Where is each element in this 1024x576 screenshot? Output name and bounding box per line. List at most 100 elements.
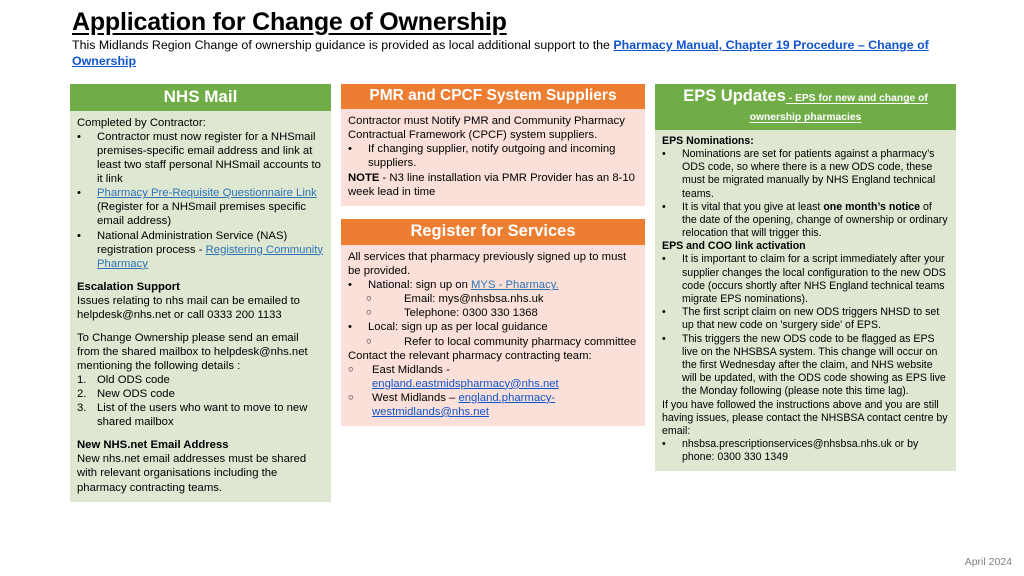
eps-nom-b2-a: It is vital that you give at least xyxy=(682,200,824,213)
list-item: Pharmacy Pre-Requisite Questionnaire Lin… xyxy=(77,186,324,228)
eps-nominations-title: EPS Nominations: xyxy=(662,134,754,147)
new-email-title: New NHS.net Email Address xyxy=(77,439,229,452)
list-item: 3. List of the users who want to move to… xyxy=(77,401,324,429)
bullet-icon xyxy=(662,253,682,266)
eps-body: EPS Nominations: Nominations are set for… xyxy=(655,129,956,472)
list-item: Refer to local community pharmacy commit… xyxy=(348,335,638,349)
eps-coo-bullet-3: This triggers the new ODS code to be fla… xyxy=(682,332,946,398)
change-ownership-text: To Change Ownership please send an email… xyxy=(77,331,308,373)
list-item: It is important to claim for a script im… xyxy=(662,253,949,306)
pmr-note-label: NOTE xyxy=(348,171,380,184)
pmr-lead: Contractor must Notify PMR and Community… xyxy=(348,115,625,142)
contact-east-midlands-label: East Midlands - xyxy=(372,363,450,376)
list-item: nhsbsa.prescriptionservices@nhsbsa.nhs.u… xyxy=(662,438,949,464)
nhs-mail-step-3: List of the users who want to move to ne… xyxy=(97,402,308,429)
register-contacts: East Midlands - england.eastmidspharmacy… xyxy=(348,363,638,419)
eps-coo-bullet-1: It is important to claim for a script im… xyxy=(682,253,946,305)
circle-bullet-icon xyxy=(366,335,404,349)
list-item: National: sign up on MYS - Pharmacy. xyxy=(348,278,638,292)
list-item: Local: sign up as per local guidance xyxy=(348,320,638,334)
register-contact-lead: Contact the relevant pharmacy contractin… xyxy=(348,349,592,362)
list-item: This triggers the new ODS code to be fla… xyxy=(662,333,949,399)
eps-coo-bullets: It is important to claim for a script im… xyxy=(662,253,949,398)
register-local: Local: sign up as per local guidance xyxy=(368,321,548,334)
eps-nomination-bullet-2: It is vital that you give at least one m… xyxy=(682,201,949,241)
slide-page: Application for Change of Ownership This… xyxy=(0,0,1024,576)
eps-closing-text: If you have followed the instructions ab… xyxy=(662,398,948,437)
nhs-mail-lead: Completed by Contractor: xyxy=(77,117,206,130)
pmr-body: Contractor must Notify PMR and Community… xyxy=(341,109,645,206)
eps-coo-title: EPS and COO link activation xyxy=(662,240,806,253)
bullet-icon xyxy=(662,201,682,214)
bullet-icon xyxy=(348,142,368,156)
list-item: Contractor must now register for a NHSma… xyxy=(77,130,324,186)
list-item: 1. Old ODS code xyxy=(77,373,324,387)
circle-bullet-icon xyxy=(366,306,404,320)
bullet-icon xyxy=(662,438,682,451)
circle-bullet-icon xyxy=(366,292,404,306)
eps-nomination-bullet-1: Nominations are set for patients against… xyxy=(682,147,936,200)
bullet-icon xyxy=(348,320,368,334)
column-nhs-mail: NHS Mail Completed by Contractor: Contra… xyxy=(70,84,331,502)
intro-text: This Midlands Region Change of ownership… xyxy=(72,38,614,52)
footer-date: April 2024 xyxy=(964,556,1012,568)
nhs-mail-body: Completed by Contractor: Contractor must… xyxy=(70,111,331,502)
eps-coo-bullet-2: The first script claim on new ODS trigge… xyxy=(682,306,940,332)
bullet-icon xyxy=(77,130,97,144)
pmr-bullet-1: If changing supplier, notify outgoing an… xyxy=(368,143,616,170)
contact-west-midlands-label: West Midlands – xyxy=(372,391,456,404)
pre-requisite-questionnaire-link[interactable]: Pharmacy Pre-Requisite Questionnaire Lin… xyxy=(97,187,317,199)
page-header: Application for Change of Ownership This… xyxy=(72,8,962,70)
list-item: Nominations are set for patients against… xyxy=(662,148,949,201)
register-national: National: sign up on MYS - Pharmacy. xyxy=(368,278,638,292)
bullet-icon xyxy=(662,333,682,346)
mys-pharmacy-link[interactable]: MYS - Pharmacy. xyxy=(471,279,559,291)
nhs-mail-step-2: New ODS code xyxy=(97,388,175,401)
eps-header-title: EPS Updates xyxy=(683,87,786,105)
list-item: If changing supplier, notify outgoing an… xyxy=(348,142,638,170)
contact-east-midlands-email[interactable]: england.eastmidspharmacy@nhs.net xyxy=(372,378,559,390)
new-email-text: New nhs.net email addresses must be shar… xyxy=(77,453,307,494)
number-marker: 3. xyxy=(77,402,87,415)
escalation-support-title: Escalation Support xyxy=(77,280,180,293)
page-title: Application for Change of Ownership xyxy=(72,8,507,36)
pmr-note-text: - N3 line installation via PMR Provider … xyxy=(348,171,635,198)
nhs-mail-bullet-3: National Administration Service (NAS) re… xyxy=(97,229,324,271)
bullet-icon xyxy=(348,278,368,292)
register-national-phone: Telephone: 0300 330 1368 xyxy=(404,307,538,320)
column-eps-updates: EPS Updates - EPS for new and change of … xyxy=(655,84,956,472)
number-marker: 2. xyxy=(77,388,87,401)
pmr-bullets: If changing supplier, notify outgoing an… xyxy=(348,142,638,170)
register-body: All services that pharmacy previously si… xyxy=(341,245,645,426)
list-item: Email: mys@nhsbsa.nhs.uk xyxy=(348,292,638,306)
register-lead: All services that pharmacy previously si… xyxy=(348,251,627,278)
contact-east-midlands: East Midlands - england.eastmidspharmacy… xyxy=(372,363,638,391)
register-header: Register for Services xyxy=(341,218,645,246)
pmr-note: NOTE - N3 line installation via PMR Prov… xyxy=(348,171,638,199)
circle-bullet-icon xyxy=(348,363,372,377)
bullet-icon xyxy=(662,148,682,161)
eps-header: EPS Updates - EPS for new and change of … xyxy=(655,84,956,130)
column-pmr-register: PMR and CPCF System Suppliers Contractor… xyxy=(341,84,645,426)
eps-nomination-bullets: Nominations are set for patients against… xyxy=(662,148,949,240)
list-item: The first script claim on new ODS trigge… xyxy=(662,306,949,332)
list-item: East Midlands - england.eastmidspharmacy… xyxy=(348,363,638,391)
pmr-header: PMR and CPCF System Suppliers xyxy=(341,84,645,110)
escalation-support-text: Issues relating to nhs mail can be email… xyxy=(77,294,300,321)
contact-west-midlands: West Midlands – england.pharmacy-westmid… xyxy=(372,391,638,419)
intro-paragraph: This Midlands Region Change of ownership… xyxy=(72,38,962,70)
eps-closing-bullet: nhsbsa.prescriptionservices@nhsbsa.nhs.u… xyxy=(682,438,919,464)
circle-bullet-icon xyxy=(348,391,372,405)
list-item: It is vital that you give at least one m… xyxy=(662,201,949,241)
nhs-mail-bullet-2-text: (Register for a NHSmail premises specifi… xyxy=(97,201,307,228)
eps-nom-b2-bold: one month’s notice xyxy=(823,200,921,213)
list-item: Telephone: 0300 330 1368 xyxy=(348,306,638,320)
register-national-email: Email: mys@nhsbsa.nhs.uk xyxy=(404,293,544,306)
nhs-mail-step-1: Old ODS code xyxy=(97,374,170,387)
nhs-mail-bullets: Contractor must now register for a NHSma… xyxy=(77,130,324,271)
bullet-icon xyxy=(77,229,97,243)
register-national-text: National: sign up on xyxy=(368,279,471,292)
